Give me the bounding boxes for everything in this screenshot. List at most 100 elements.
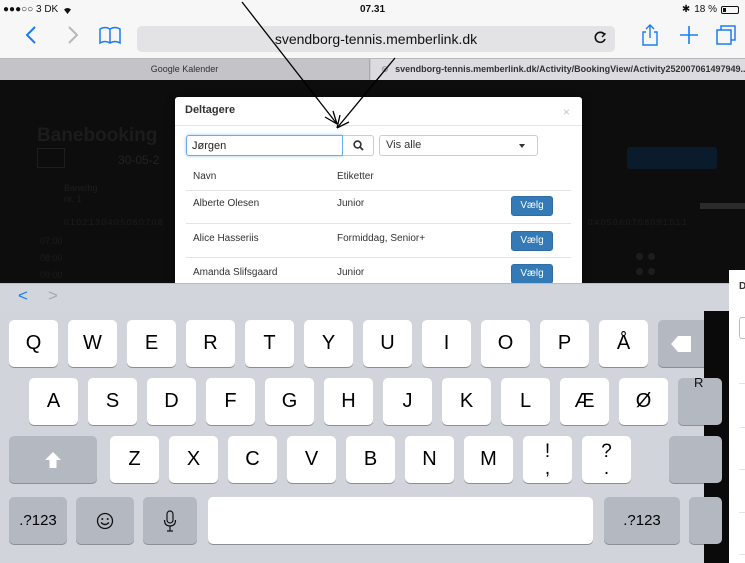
keyboard-assist-bar: < > (0, 283, 729, 311)
delete-key[interactable] (658, 320, 704, 367)
time-row: 07:00 (40, 236, 63, 246)
key-l[interactable]: L (501, 378, 550, 425)
key-a-ring[interactable]: Å (599, 320, 648, 367)
shift-key-right[interactable] (669, 436, 704, 483)
space-bar[interactable] (208, 497, 593, 544)
previous-field-button[interactable]: < (18, 286, 28, 306)
time-row: 08:00 (40, 253, 63, 263)
key-v[interactable]: V (287, 436, 336, 483)
search-input[interactable] (186, 135, 343, 156)
key-e[interactable]: E (127, 320, 176, 367)
key-m[interactable]: M (464, 436, 513, 483)
tab-google-kalender[interactable]: Google Kalender (0, 59, 370, 81)
column-header-tags: Etiketter (337, 171, 374, 182)
key-i[interactable]: I (422, 320, 471, 367)
keyboard-overflow-strip (704, 311, 729, 563)
status-bar: ●●●○○ 3 DK 07.31 ✱ 18 % (0, 0, 745, 20)
key-z[interactable]: Z (110, 436, 159, 483)
close-tab-icon[interactable]: ⊗ (381, 64, 389, 74)
table-divider (739, 469, 745, 470)
numbers-key-right[interactable]: .?123 (604, 497, 680, 544)
key-ae[interactable]: Æ (560, 378, 609, 425)
key-g[interactable]: G (265, 378, 314, 425)
new-tab-button[interactable] (678, 24, 700, 52)
address-bar[interactable]: svendborg-tennis.memberlink.dk (137, 26, 615, 52)
key-d[interactable]: D (147, 378, 196, 425)
key-u[interactable]: U (363, 320, 412, 367)
filter-select[interactable]: Vis alle (379, 135, 538, 156)
row-name: Amanda Slifsgaard (193, 267, 278, 278)
key-h[interactable]: H (324, 378, 373, 425)
hide-keyboard-key[interactable] (689, 497, 704, 544)
table-divider (739, 512, 745, 513)
numbers-key[interactable]: .?123 (9, 497, 67, 544)
return-key-edge (704, 378, 722, 425)
dictation-key[interactable] (143, 497, 197, 544)
key-f[interactable]: F (206, 378, 255, 425)
book-icon (99, 26, 121, 45)
bookmarks-button[interactable] (97, 24, 123, 52)
column-header-name: Navn (193, 171, 217, 182)
key-r[interactable]: R (186, 320, 235, 367)
key-y[interactable]: Y (304, 320, 353, 367)
table-divider (739, 383, 745, 384)
next-field-button[interactable]: > (48, 286, 58, 306)
select-button[interactable]: Vælg (511, 264, 553, 283)
row-name: Alice Hasseriis (193, 233, 259, 244)
side-modal-edge: D (729, 270, 745, 563)
key-o-slash[interactable]: Ø (619, 378, 668, 425)
chevron-right-icon (68, 26, 79, 44)
table-divider (186, 257, 571, 258)
row-tags: Junior (337, 267, 365, 278)
key-top-char: ? (601, 440, 612, 462)
row-tags: Formiddag, Senior+ (337, 233, 426, 244)
time-row: 09:00 (40, 270, 63, 280)
key-p[interactable]: P (540, 320, 589, 367)
table-divider (186, 190, 571, 191)
key-n[interactable]: N (405, 436, 454, 483)
select-button[interactable]: Vælg (511, 231, 553, 251)
close-icon[interactable]: × (563, 105, 570, 119)
key-s[interactable]: S (88, 378, 137, 425)
key-j[interactable]: J (383, 378, 432, 425)
key-c[interactable]: C (228, 436, 277, 483)
reload-button[interactable] (593, 28, 607, 51)
row-tags: Junior (337, 198, 365, 209)
share-button[interactable] (640, 24, 660, 52)
page-action-button (627, 147, 717, 169)
key-exclamation-comma[interactable]: ! , (523, 436, 572, 483)
key-b[interactable]: B (346, 436, 395, 483)
emoji-key[interactable] (76, 497, 134, 544)
key-o[interactable]: O (481, 320, 530, 367)
key-a[interactable]: A (29, 378, 78, 425)
tabs-button[interactable] (714, 24, 738, 52)
back-button[interactable] (20, 24, 42, 52)
clock: 07.31 (359, 4, 386, 15)
key-k[interactable]: K (442, 378, 491, 425)
key-w[interactable]: W (68, 320, 117, 367)
booking-dot (648, 268, 655, 275)
search-button[interactable] (343, 135, 374, 156)
table-divider (739, 554, 745, 555)
shift-key-edge (704, 436, 722, 483)
table-divider (186, 223, 571, 224)
modal-title: Deltagere (185, 104, 236, 116)
key-t[interactable]: T (245, 320, 294, 367)
key-q[interactable]: Q (9, 320, 58, 367)
booking-dot (636, 253, 643, 260)
page-strip (700, 203, 745, 209)
tab-bar: Google Kalender ⊗ svendborg-tennis.membe… (0, 58, 745, 81)
key-x[interactable]: X (169, 436, 218, 483)
forward-button[interactable] (62, 24, 84, 52)
booking-dot (636, 268, 643, 275)
select-button[interactable]: Vælg (511, 196, 553, 216)
share-icon (642, 24, 658, 46)
shift-key[interactable] (9, 436, 97, 483)
tab-memberlink[interactable]: ⊗ svendborg-tennis.memberlink.dk/Activit… (371, 59, 745, 81)
modal-header: Deltagere × (175, 97, 582, 126)
battery-percent: 18 % (694, 4, 717, 15)
court-label: Bane/bg (64, 183, 98, 193)
participants-modal: Deltagere × Vis alle Navn Etiketter Albe… (175, 97, 582, 283)
key-question-period[interactable]: ? . (582, 436, 631, 483)
date-prev-button (37, 148, 65, 168)
